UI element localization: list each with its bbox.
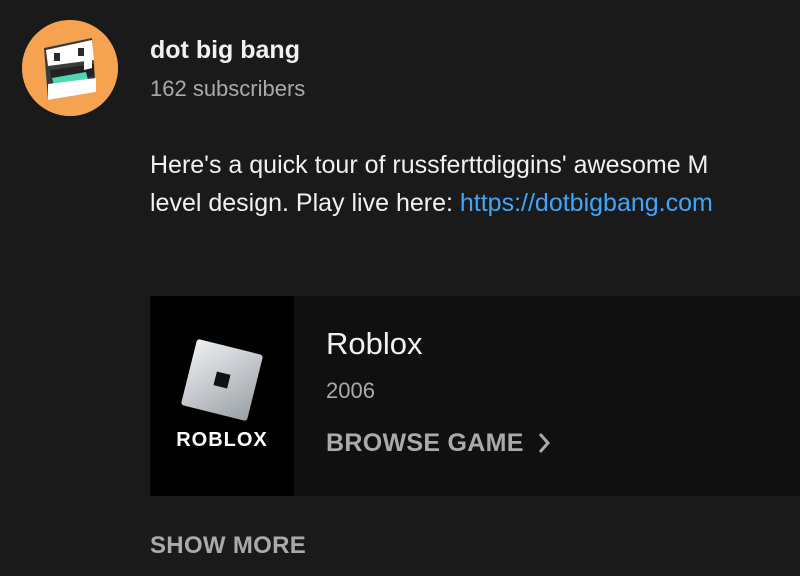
description-line-2-text: level design. Play live here: <box>150 189 460 217</box>
roblox-logo-icon: ROBLOX <box>176 339 268 451</box>
show-more-button[interactable]: SHOW MORE <box>150 532 306 560</box>
game-card: ROBLOX Roblox 2006 BROWSE GAME <box>150 296 800 496</box>
video-description: Here's a quick tour of russferttdiggins'… <box>150 146 800 222</box>
game-title: Roblox <box>326 326 423 361</box>
description-line-1: Here's a quick tour of russferttdiggins'… <box>150 151 709 179</box>
channel-avatar[interactable] <box>22 20 118 116</box>
dot-big-bang-mascot-icon <box>22 20 118 116</box>
chevron-right-icon <box>538 433 550 453</box>
game-thumbnail[interactable]: ROBLOX <box>150 296 294 496</box>
channel-name[interactable]: dot big bang <box>150 36 300 65</box>
roblox-logo-text: ROBLOX <box>176 429 268 451</box>
browse-game-button[interactable]: BROWSE GAME <box>326 426 550 460</box>
video-description-panel: dot big bang 162 subscribers Here's a qu… <box>0 0 800 576</box>
subscriber-count: 162 subscribers <box>150 76 306 101</box>
description-link[interactable]: https://dotbigbang.com <box>460 189 713 217</box>
game-year: 2006 <box>326 378 375 403</box>
description-line-2: level design. Play live here: https://do… <box>150 184 800 222</box>
browse-game-label: BROWSE GAME <box>326 428 524 457</box>
